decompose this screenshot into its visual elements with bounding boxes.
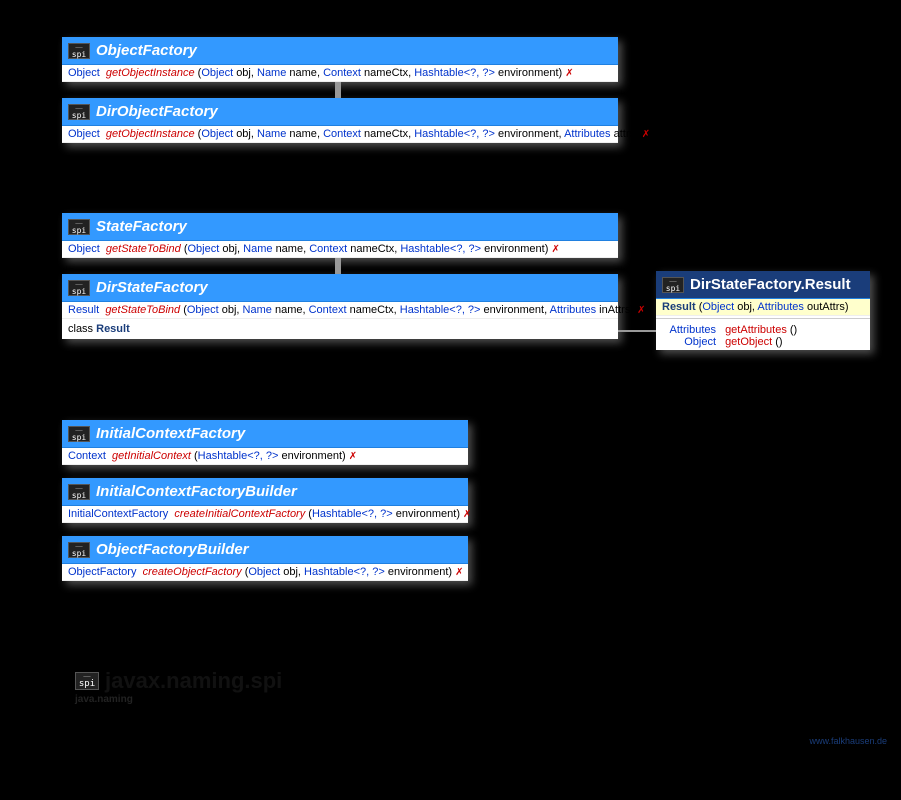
- class-state-factory: spi StateFactory Object getStateToBind (…: [62, 213, 618, 258]
- spi-icon: spi: [68, 484, 90, 500]
- class-title: DirStateFactory.Result: [690, 276, 851, 293]
- inheritance-connector: [335, 82, 341, 98]
- package-label: spi javax.naming.spi java.naming: [75, 668, 282, 705]
- spi-icon: spi: [68, 280, 90, 296]
- module-name: java.naming: [75, 694, 282, 705]
- class-title: DirStateFactory: [96, 279, 208, 296]
- class-title: InitialContextFactory: [96, 425, 245, 442]
- method-signature: Object getObjectInstance (Object obj, Na…: [62, 65, 618, 82]
- method-signature: Context getInitialContext (Hashtable<?, …: [62, 448, 468, 465]
- spi-icon: spi: [68, 219, 90, 235]
- class-header: spi DirStateFactory: [62, 274, 618, 302]
- class-title: InitialContextFactoryBuilder: [96, 483, 297, 500]
- class-header: spi StateFactory: [62, 213, 618, 241]
- constructor-signature: Result (Object obj, Attributes outAttrs): [656, 299, 870, 316]
- method-signature: ObjectFactory createObjectFactory (Objec…: [62, 564, 468, 581]
- method-signature: Attributes getAttributes (): [656, 321, 870, 336]
- class-title: DirObjectFactory: [96, 103, 218, 120]
- class-title: ObjectFactory: [96, 42, 197, 59]
- method-signature: Object getStateToBind (Object obj, Name …: [62, 241, 618, 258]
- class-title: StateFactory: [96, 218, 187, 235]
- class-header: spi ObjectFactoryBuilder: [62, 536, 468, 564]
- spi-icon: spi: [68, 426, 90, 442]
- class-initial-context-factory-builder: spi InitialContextFactoryBuilder Initial…: [62, 478, 468, 523]
- class-object-factory-builder: spi ObjectFactoryBuilder ObjectFactory c…: [62, 536, 468, 581]
- class-object-factory: spi ObjectFactory Object getObjectInstan…: [62, 37, 618, 82]
- method-signature: InitialContextFactory createInitialConte…: [62, 506, 468, 523]
- class-header: spi InitialContextFactory: [62, 420, 468, 448]
- nested-class-row: class Result: [62, 319, 618, 339]
- spi-icon: spi: [68, 542, 90, 558]
- class-header: spi DirObjectFactory: [62, 98, 618, 126]
- class-header: spi ObjectFactory: [62, 37, 618, 65]
- method-signature: Object getObject (): [656, 336, 870, 350]
- class-header: spi DirStateFactory.Result: [656, 271, 870, 299]
- spi-icon: spi: [75, 672, 99, 690]
- class-header: spi InitialContextFactoryBuilder: [62, 478, 468, 506]
- association-connector: [618, 330, 656, 332]
- inheritance-connector: [335, 258, 341, 274]
- class-title: ObjectFactoryBuilder: [96, 541, 249, 558]
- method-signature: Result getStateToBind (Object obj, Name …: [62, 302, 618, 319]
- package-name: javax.naming.spi: [105, 668, 282, 694]
- spi-icon: spi: [68, 43, 90, 59]
- spi-icon: spi: [68, 104, 90, 120]
- spi-icon: spi: [662, 277, 684, 293]
- class-initial-context-factory: spi InitialContextFactory Context getIni…: [62, 420, 468, 465]
- class-dir-object-factory: spi DirObjectFactory Object getObjectIns…: [62, 98, 618, 143]
- method-signature: Object getObjectInstance (Object obj, Na…: [62, 126, 618, 143]
- class-dir-state-factory: spi DirStateFactory Result getStateToBin…: [62, 274, 618, 339]
- watermark: www.falkhausen.de: [809, 736, 887, 746]
- class-dir-state-factory-result: spi DirStateFactory.Result Result (Objec…: [656, 271, 870, 350]
